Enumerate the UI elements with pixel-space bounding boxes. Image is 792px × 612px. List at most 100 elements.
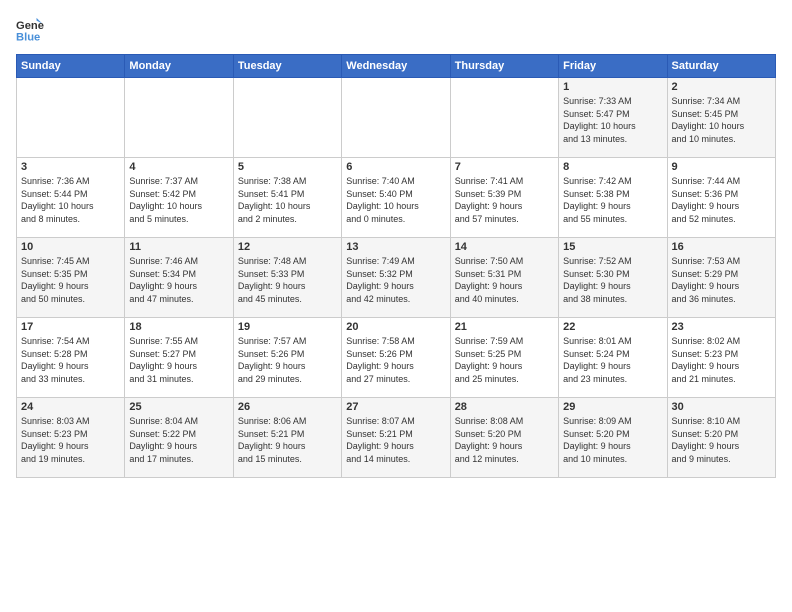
day-info: Sunrise: 7:55 AM Sunset: 5:27 PM Dayligh… [129, 335, 228, 385]
calendar-week-row: 1Sunrise: 7:33 AM Sunset: 5:47 PM Daylig… [17, 78, 776, 158]
calendar-cell [342, 78, 450, 158]
day-info: Sunrise: 7:59 AM Sunset: 5:25 PM Dayligh… [455, 335, 554, 385]
day-number: 8 [563, 161, 662, 173]
calendar-cell: 15Sunrise: 7:52 AM Sunset: 5:30 PM Dayli… [559, 238, 667, 318]
day-info: Sunrise: 7:53 AM Sunset: 5:29 PM Dayligh… [672, 255, 771, 305]
column-header-monday: Monday [125, 55, 233, 78]
day-number: 14 [455, 241, 554, 253]
page-container: General Blue SundayMondayTuesdayWednesda… [0, 0, 792, 488]
calendar-cell [233, 78, 341, 158]
calendar-cell: 10 Sunrise: 7:45 AM Sunset: 5:35 PM Dayli… [17, 238, 125, 318]
day-number: 29 [563, 401, 662, 413]
calendar-cell: 29 Sunrise: 8:09 AM Sunset: 5:20 PM Dayli… [559, 398, 667, 478]
calendar-cell: 5 Sunrise: 7:38 AM Sunset: 5:41 PM Daylig… [233, 158, 341, 238]
day-info: Sunrise: 8:02 AM Sunset: 5:23 PM Dayligh… [672, 335, 771, 385]
day-number: 3 [21, 161, 120, 173]
column-header-friday: Friday [559, 55, 667, 78]
calendar-header-row: SundayMondayTuesdayWednesdayThursdayFrid… [17, 55, 776, 78]
day-info: Sunrise: 8:10 AM Sunset: 5:20 PM Dayligh… [672, 415, 771, 465]
calendar-cell: 14Sunrise: 7:50 AM Sunset: 5:31 PM Dayli… [450, 238, 558, 318]
day-info: Sunrise: 7:49 AM Sunset: 5:32 PM Dayligh… [346, 255, 445, 305]
calendar-week-row: 3 Sunrise: 7:36 AM Sunset: 5:44 PM Daylig… [17, 158, 776, 238]
day-info: Sunrise: 8:03 AM Sunset: 5:23 PM Dayligh… [21, 415, 120, 465]
day-number: 24 [21, 401, 120, 413]
calendar-cell: 24 Sunrise: 8:03 AM Sunset: 5:23 PM Dayli… [17, 398, 125, 478]
day-number: 25 [129, 401, 228, 413]
day-info: Sunrise: 7:44 AM Sunset: 5:36 PM Dayligh… [672, 175, 771, 225]
calendar-week-row: 10 Sunrise: 7:45 AM Sunset: 5:35 PM Dayli… [17, 238, 776, 318]
day-number: 16 [672, 241, 771, 253]
day-info: Sunrise: 8:06 AM Sunset: 5:21 PM Dayligh… [238, 415, 337, 465]
day-number: 1 [563, 81, 662, 93]
day-number: 7 [455, 161, 554, 173]
calendar-cell: 6Sunrise: 7:40 AM Sunset: 5:40 PM Daylig… [342, 158, 450, 238]
day-number: 17 [21, 321, 120, 333]
calendar-table: SundayMondayTuesdayWednesdayThursdayFrid… [16, 54, 776, 478]
day-info: Sunrise: 8:04 AM Sunset: 5:22 PM Dayligh… [129, 415, 228, 465]
day-number: 22 [563, 321, 662, 333]
calendar-cell [125, 78, 233, 158]
calendar-week-row: 24 Sunrise: 8:03 AM Sunset: 5:23 PM Dayli… [17, 398, 776, 478]
day-info: Sunrise: 7:36 AM Sunset: 5:44 PM Dayligh… [21, 175, 120, 225]
day-number: 19 [238, 321, 337, 333]
day-info: Sunrise: 7:38 AM Sunset: 5:41 PM Dayligh… [238, 175, 337, 225]
column-header-thursday: Thursday [450, 55, 558, 78]
day-info: Sunrise: 7:52 AM Sunset: 5:30 PM Dayligh… [563, 255, 662, 305]
day-number: 10 [21, 241, 120, 253]
day-number: 27 [346, 401, 445, 413]
day-info: Sunrise: 7:54 AM Sunset: 5:28 PM Dayligh… [21, 335, 120, 385]
day-number: 11 [129, 241, 228, 253]
day-info: Sunrise: 8:09 AM Sunset: 5:20 PM Dayligh… [563, 415, 662, 465]
calendar-cell [17, 78, 125, 158]
day-number: 20 [346, 321, 445, 333]
page-header: General Blue [16, 16, 776, 44]
logo-icon: General Blue [16, 16, 44, 44]
day-number: 5 [238, 161, 337, 173]
day-info: Sunrise: 7:40 AM Sunset: 5:40 PM Dayligh… [346, 175, 445, 225]
day-info: Sunrise: 7:37 AM Sunset: 5:42 PM Dayligh… [129, 175, 228, 225]
day-info: Sunrise: 8:07 AM Sunset: 5:21 PM Dayligh… [346, 415, 445, 465]
calendar-cell: 13Sunrise: 7:49 AM Sunset: 5:32 PM Dayli… [342, 238, 450, 318]
calendar-cell: 23 Sunrise: 8:02 AM Sunset: 5:23 PM Dayli… [667, 318, 775, 398]
day-number: 23 [672, 321, 771, 333]
calendar-cell: 20 Sunrise: 7:58 AM Sunset: 5:26 PM Dayli… [342, 318, 450, 398]
day-info: Sunrise: 7:46 AM Sunset: 5:34 PM Dayligh… [129, 255, 228, 305]
day-info: Sunrise: 7:41 AM Sunset: 5:39 PM Dayligh… [455, 175, 554, 225]
day-number: 18 [129, 321, 228, 333]
calendar-cell: 17 Sunrise: 7:54 AM Sunset: 5:28 PM Dayli… [17, 318, 125, 398]
svg-text:Blue: Blue [16, 31, 40, 43]
calendar-cell: 28Sunrise: 8:08 AM Sunset: 5:20 PM Dayli… [450, 398, 558, 478]
day-number: 2 [672, 81, 771, 93]
calendar-cell: 12 Sunrise: 7:48 AM Sunset: 5:33 PM Dayli… [233, 238, 341, 318]
calendar-cell: 2 Sunrise: 7:34 AM Sunset: 5:45 PM Daylig… [667, 78, 775, 158]
day-number: 21 [455, 321, 554, 333]
calendar-cell: 27 Sunrise: 8:07 AM Sunset: 5:21 PM Dayli… [342, 398, 450, 478]
calendar-cell: 18 Sunrise: 7:55 AM Sunset: 5:27 PM Dayli… [125, 318, 233, 398]
calendar-cell: 3 Sunrise: 7:36 AM Sunset: 5:44 PM Daylig… [17, 158, 125, 238]
calendar-cell: 25 Sunrise: 8:04 AM Sunset: 5:22 PM Dayli… [125, 398, 233, 478]
calendar-cell: 1Sunrise: 7:33 AM Sunset: 5:47 PM Daylig… [559, 78, 667, 158]
day-info: Sunrise: 8:01 AM Sunset: 5:24 PM Dayligh… [563, 335, 662, 385]
calendar-cell: 8 Sunrise: 7:42 AM Sunset: 5:38 PM Daylig… [559, 158, 667, 238]
logo: General Blue [16, 16, 48, 44]
day-number: 12 [238, 241, 337, 253]
day-info: Sunrise: 7:45 AM Sunset: 5:35 PM Dayligh… [21, 255, 120, 305]
calendar-cell: 26 Sunrise: 8:06 AM Sunset: 5:21 PM Dayli… [233, 398, 341, 478]
calendar-cell: 30Sunrise: 8:10 AM Sunset: 5:20 PM Dayli… [667, 398, 775, 478]
calendar-cell [450, 78, 558, 158]
column-header-saturday: Saturday [667, 55, 775, 78]
day-info: Sunrise: 7:48 AM Sunset: 5:33 PM Dayligh… [238, 255, 337, 305]
calendar-cell: 22 Sunrise: 8:01 AM Sunset: 5:24 PM Dayli… [559, 318, 667, 398]
day-number: 28 [455, 401, 554, 413]
calendar-cell: 19 Sunrise: 7:57 AM Sunset: 5:26 PM Dayli… [233, 318, 341, 398]
day-info: Sunrise: 7:34 AM Sunset: 5:45 PM Dayligh… [672, 95, 771, 145]
calendar-cell: 11 Sunrise: 7:46 AM Sunset: 5:34 PM Dayli… [125, 238, 233, 318]
day-info: Sunrise: 7:58 AM Sunset: 5:26 PM Dayligh… [346, 335, 445, 385]
day-info: Sunrise: 7:42 AM Sunset: 5:38 PM Dayligh… [563, 175, 662, 225]
calendar-week-row: 17 Sunrise: 7:54 AM Sunset: 5:28 PM Dayli… [17, 318, 776, 398]
day-number: 9 [672, 161, 771, 173]
column-header-wednesday: Wednesday [342, 55, 450, 78]
day-info: Sunrise: 7:57 AM Sunset: 5:26 PM Dayligh… [238, 335, 337, 385]
calendar-cell: 16 Sunrise: 7:53 AM Sunset: 5:29 PM Dayli… [667, 238, 775, 318]
day-number: 26 [238, 401, 337, 413]
